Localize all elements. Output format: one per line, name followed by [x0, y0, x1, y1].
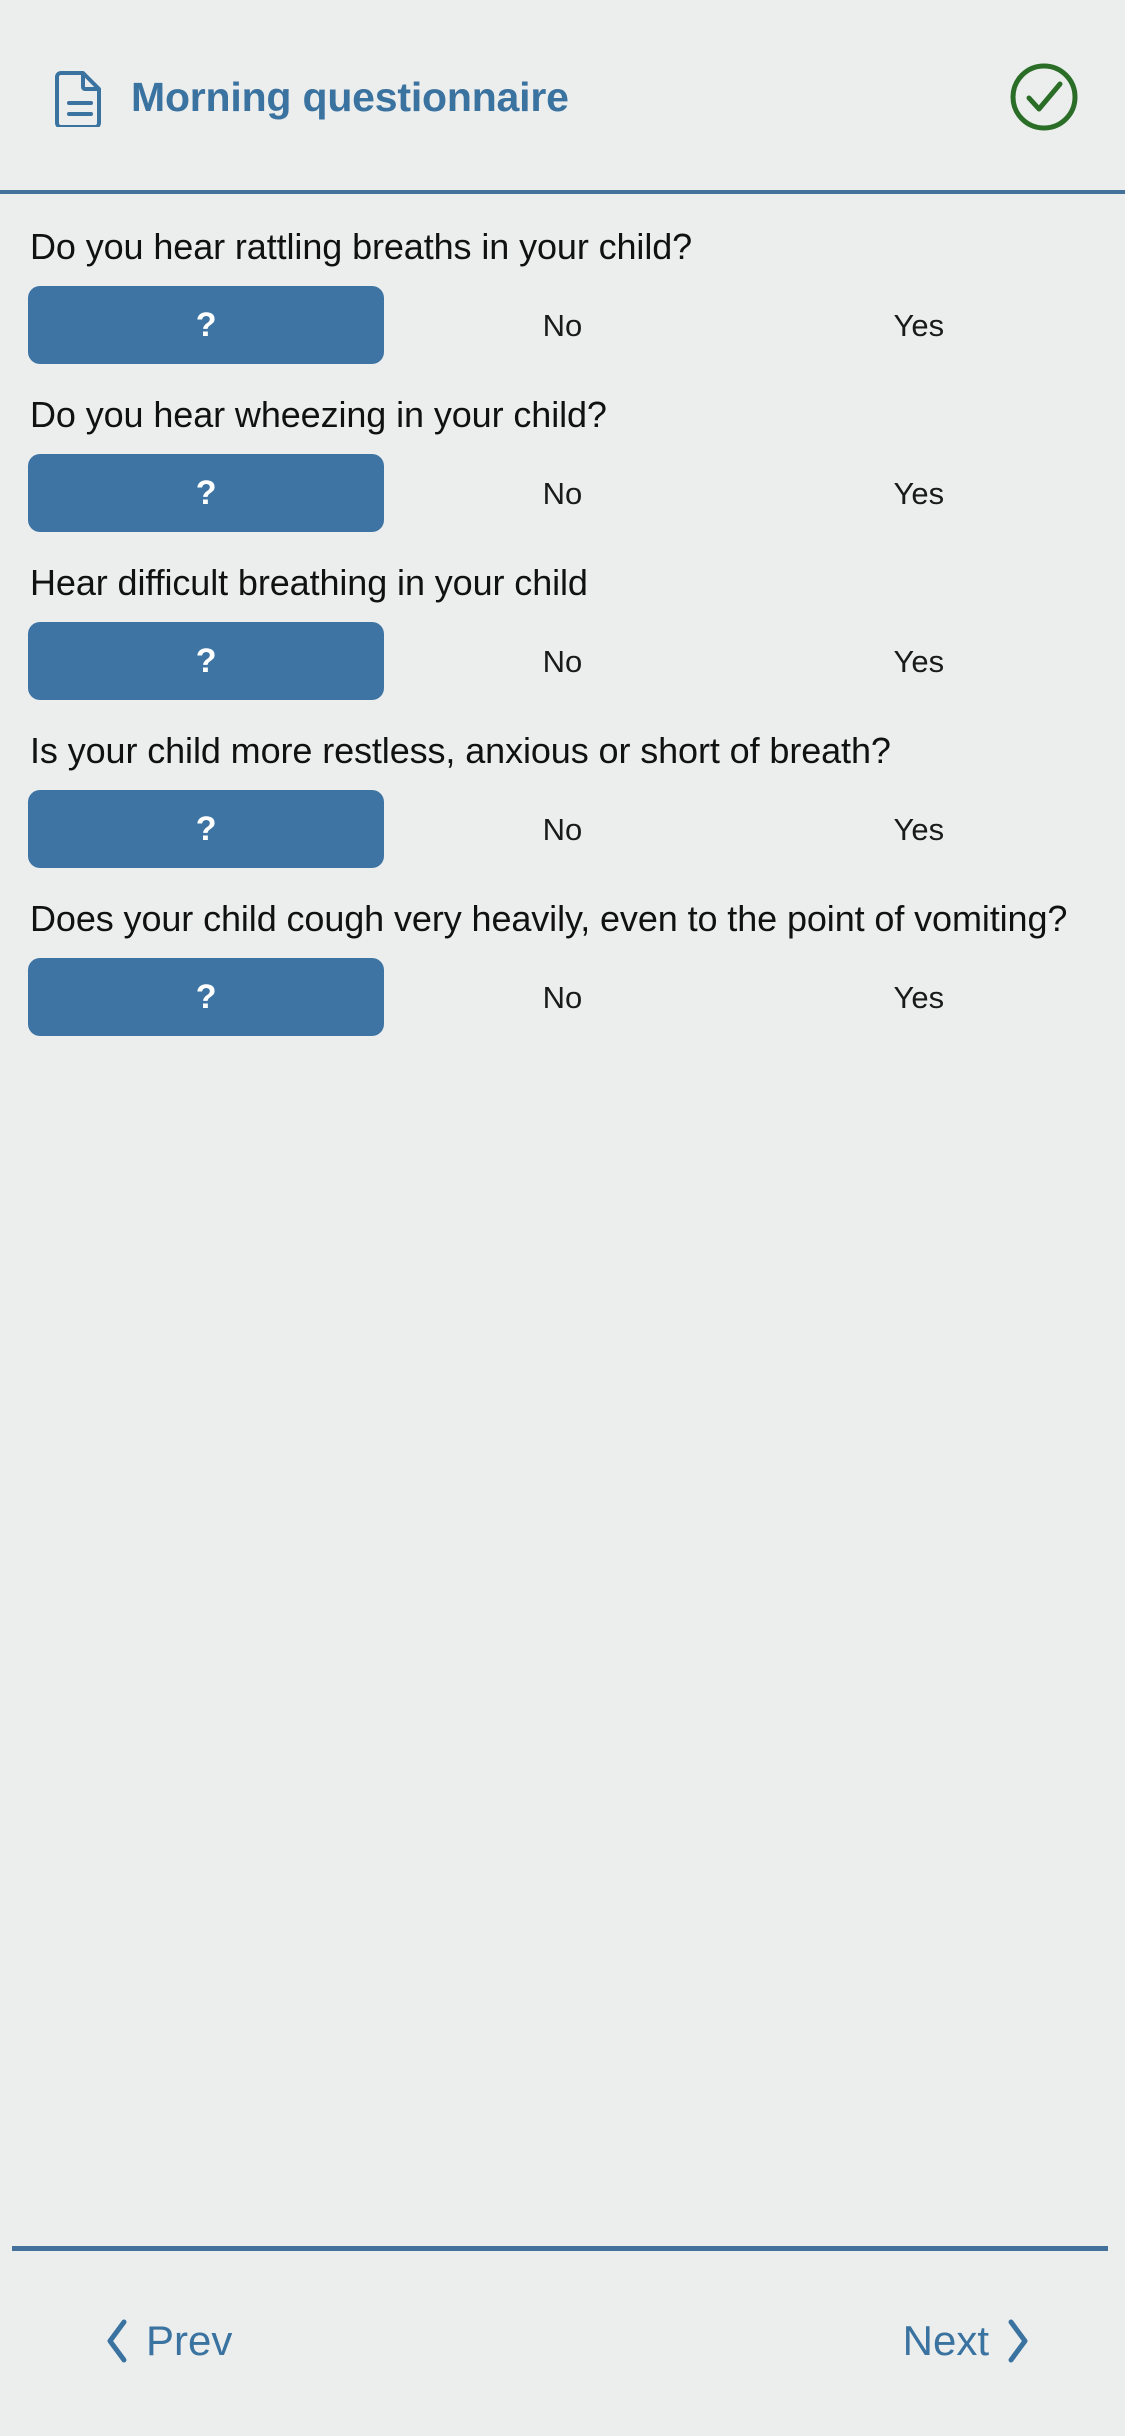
footer-navigation: Prev Next [0, 2246, 1125, 2436]
answer-option-label: Yes [893, 307, 945, 343]
questions-list: Do you hear rattling breaths in your chi… [0, 194, 1125, 2246]
answer-option-no[interactable]: No [384, 790, 740, 868]
next-button[interactable]: Next [889, 2307, 1045, 2375]
header-divider [0, 190, 1125, 194]
answer-option-label: ? [195, 474, 217, 512]
next-button-label: Next [902, 2317, 989, 2364]
question-block: Does your child cough very heavily, even… [28, 896, 1097, 1036]
answer-segmented-control[interactable]: ? No Yes [28, 286, 1097, 364]
answer-option-no[interactable]: No [384, 454, 740, 532]
questionnaire-screen: Morning questionnaire Do you hear rattli… [0, 0, 1125, 2436]
answer-option-label: No [542, 307, 583, 343]
answer-option-no[interactable]: No [384, 622, 740, 700]
question-text: Do you hear wheezing in your child? [30, 394, 607, 435]
answer-option-label: Yes [893, 811, 945, 847]
answer-segmented-control[interactable]: ? No Yes [28, 790, 1097, 868]
answer-option-label: ? [195, 642, 217, 680]
answer-option-label: No [542, 811, 583, 847]
answer-option-unknown[interactable]: ? [28, 454, 385, 532]
answer-option-no[interactable]: No [384, 958, 740, 1036]
app-header: Morning questionnaire [0, 0, 1125, 194]
answer-option-label: ? [195, 978, 217, 1016]
answer-option-unknown[interactable]: ? [28, 286, 385, 364]
answer-option-label: No [542, 643, 583, 679]
page-title: Morning questionnaire [131, 73, 569, 120]
answer-option-unknown[interactable]: ? [28, 622, 385, 700]
answer-option-unknown[interactable]: ? [28, 958, 385, 1036]
answer-option-no[interactable]: No [384, 286, 740, 364]
check-circle-icon[interactable] [1009, 62, 1079, 132]
question-block: Do you hear wheezing in your child? ? No… [28, 392, 1097, 532]
prev-button-label: Prev [146, 2317, 233, 2364]
question-text: Do you hear rattling breaths in your chi… [30, 226, 693, 267]
question-text: Does your child cough very heavily, even… [30, 898, 1068, 939]
question-text: Hear difficult breathing in your child [30, 562, 588, 603]
answer-segmented-control[interactable]: ? No Yes [28, 622, 1097, 700]
question-block: Do you hear rattling breaths in your chi… [28, 224, 1097, 364]
answer-segmented-control[interactable]: ? No Yes [28, 958, 1097, 1036]
answer-option-label: Yes [893, 643, 945, 679]
answer-option-yes[interactable]: Yes [741, 286, 1097, 364]
prev-button[interactable]: Prev [90, 2307, 246, 2375]
answer-option-yes[interactable]: Yes [741, 958, 1097, 1036]
answer-option-label: Yes [893, 979, 945, 1015]
answer-option-label: No [542, 475, 583, 511]
answer-segmented-control[interactable]: ? No Yes [28, 454, 1097, 532]
answer-option-unknown[interactable]: ? [28, 790, 385, 868]
answer-option-yes[interactable]: Yes [741, 454, 1097, 532]
footer-divider [12, 2246, 1108, 2251]
answer-option-yes[interactable]: Yes [741, 790, 1097, 868]
answer-option-label: Yes [893, 475, 945, 511]
header-left-group: Morning questionnaire [55, 67, 1009, 127]
answer-option-label: ? [195, 306, 217, 344]
question-block: Hear difficult breathing in your child ?… [28, 560, 1097, 700]
chevron-right-icon [1008, 2319, 1028, 2363]
answer-option-label: No [542, 979, 583, 1015]
document-icon [55, 71, 101, 127]
chevron-left-icon [107, 2319, 127, 2363]
answer-option-label: ? [195, 810, 217, 848]
question-block: Is your child more restless, anxious or … [28, 728, 1097, 868]
answer-option-yes[interactable]: Yes [741, 622, 1097, 700]
question-text: Is your child more restless, anxious or … [30, 730, 891, 771]
